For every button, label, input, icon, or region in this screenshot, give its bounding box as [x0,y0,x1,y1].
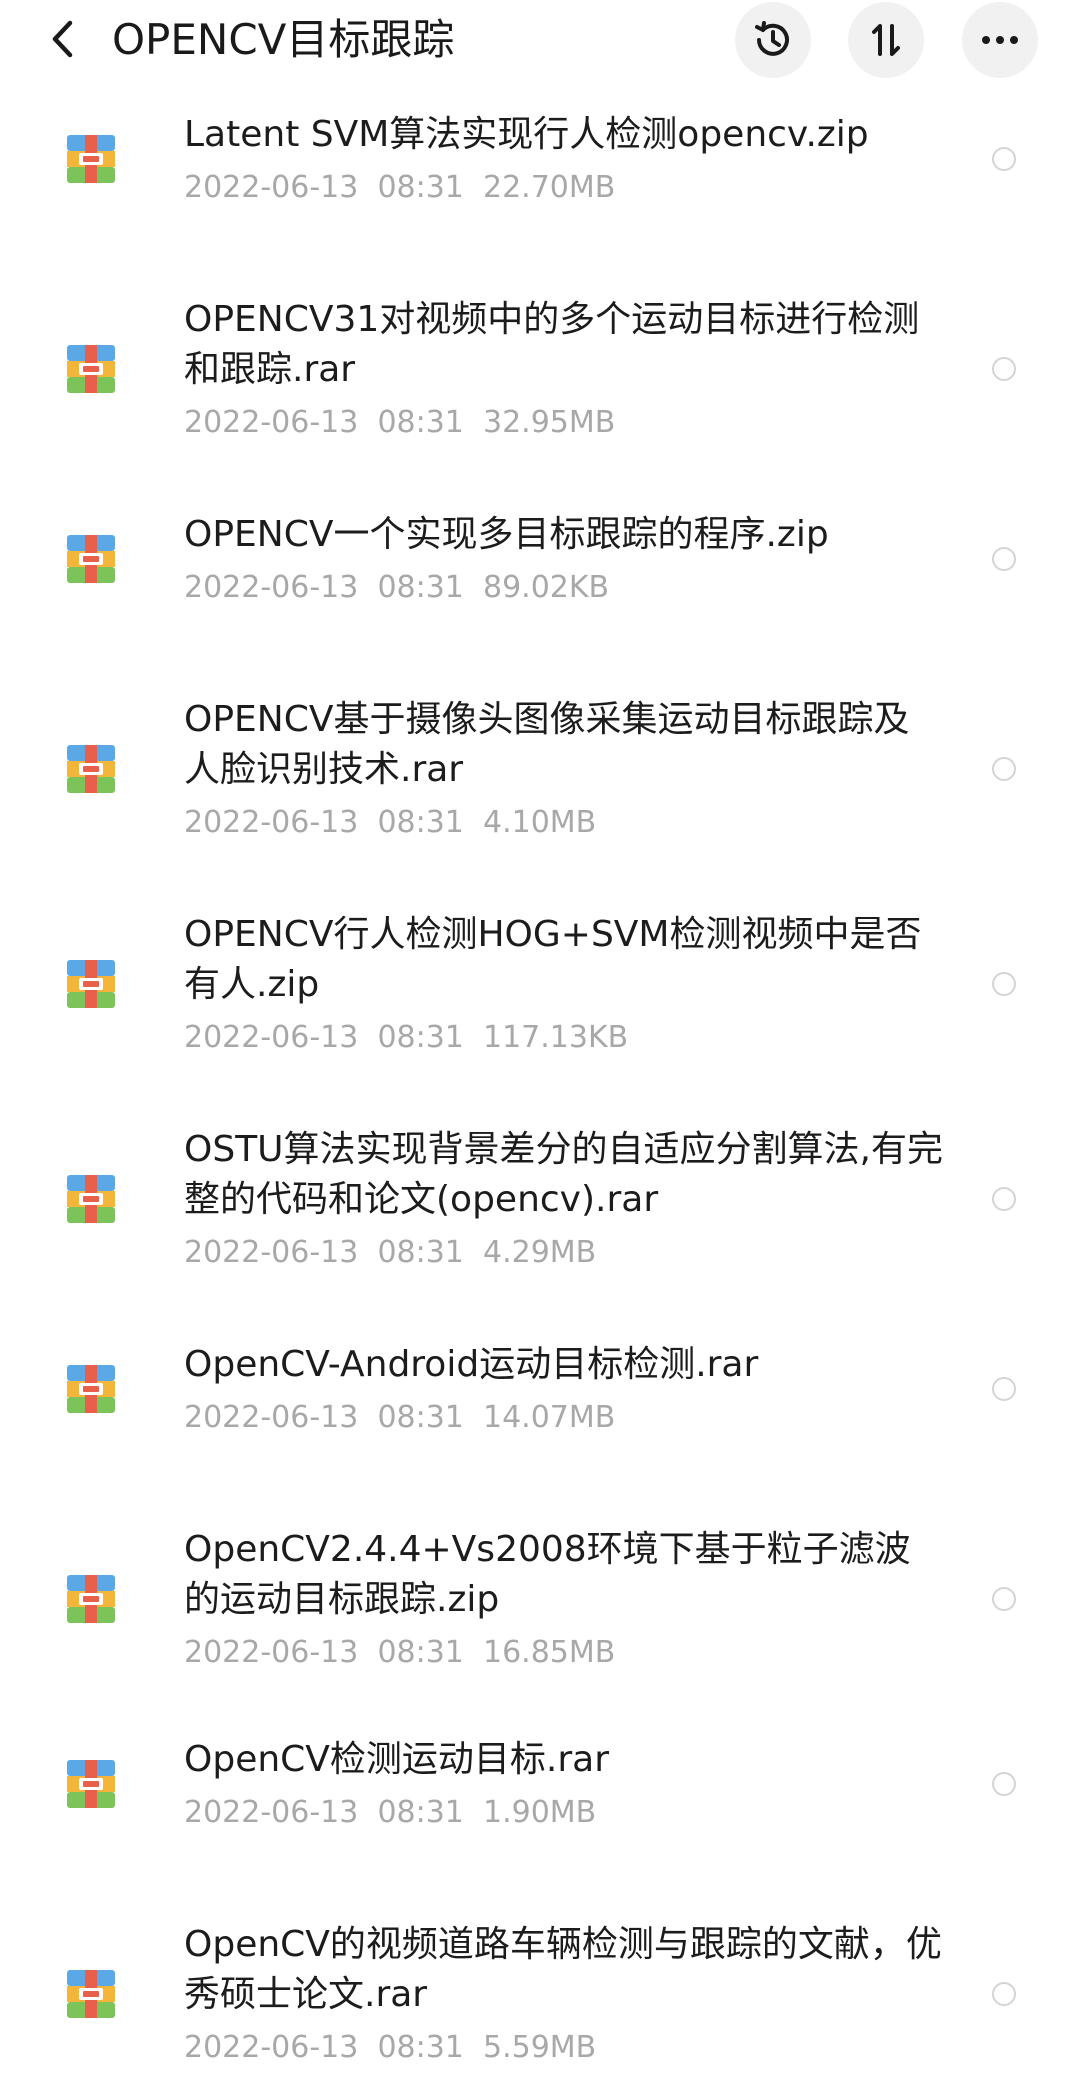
history-button[interactable] [735,2,811,78]
file-size: 32.95MB [482,405,616,440]
back-button[interactable] [40,14,84,64]
file-meta: 2022-06-13 08:31 89.02KB [184,568,944,608]
file-time: 08:31 [377,170,464,205]
file-list-item[interactable]: OpenCV检测运动目标.rar 2022-06-13 08:31 1.90MB [0,1735,1080,1833]
file-date: 2022-06-13 [184,2030,359,2065]
file-name: OSTU算法实现背景差分的自适应分割算法,有完整的代码和论文(opencv).r… [184,1129,943,1220]
select-radio[interactable] [992,1187,1016,1211]
chevron-left-icon [52,20,73,58]
file-size: 5.59MB [482,2030,597,2065]
file-name: OpenCV的视频道路车辆检测与跟踪的文献，优秀硕士论文.rar [184,1924,942,2015]
file-name: OPENCV行人检测HOG+SVM检测视频中是否有人.zip [184,914,922,1005]
file-meta: 2022-06-13 08:31 4.29MB [184,1233,944,1273]
file-date: 2022-06-13 [184,405,359,440]
archive-file-icon [67,960,115,1008]
select-radio[interactable] [992,972,1016,996]
file-name: OpenCV2.4.4+Vs2008环境下基于粒子滤波的运动目标跟踪.zip [184,1529,911,1620]
file-list-item[interactable]: OPENCV基于摄像头图像采集运动目标跟踪及人脸识别技术.rar 2022-06-… [0,695,1080,843]
file-time: 08:31 [377,1635,464,1670]
file-time: 08:31 [377,1795,464,1830]
archive-file-icon [67,1575,115,1623]
file-meta: 2022-06-13 08:31 14.07MB [184,1398,944,1438]
file-list-item[interactable]: OPENCV行人检测HOG+SVM检测视频中是否有人.zip 2022-06-13… [0,910,1080,1058]
archive-file-icon [67,345,115,393]
archive-file-icon [67,1760,115,1808]
file-size: 22.70MB [482,170,616,205]
file-date: 2022-06-13 [184,1795,359,1830]
file-time: 08:31 [377,570,464,605]
file-list-item[interactable]: Latent SVM算法实现行人检测opencv.zip 2022-06-13 0… [0,110,1080,208]
select-radio[interactable] [992,547,1016,571]
file-size: 16.85MB [482,1635,616,1670]
file-name: OPENCV一个实现多目标跟踪的程序.zip [184,514,829,555]
file-name: Latent SVM算法实现行人检测opencv.zip [184,114,869,155]
archive-file-icon [67,1365,115,1413]
file-meta: 2022-06-13 08:31 117.13KB [184,1018,944,1058]
select-radio[interactable] [992,1982,1016,2006]
file-name: OPENCV基于摄像头图像采集运动目标跟踪及人脸识别技术.rar [184,699,910,790]
file-meta: 2022-06-13 08:31 22.70MB [184,168,944,208]
archive-file-icon [67,745,115,793]
app-header: OPENCV目标跟踪 [0,0,1080,90]
select-radio[interactable] [992,357,1016,381]
file-date: 2022-06-13 [184,1020,359,1055]
file-name: OpenCV-Android运动目标检测.rar [184,1344,759,1385]
file-meta: 2022-06-13 08:31 4.10MB [184,803,944,843]
select-radio[interactable] [992,757,1016,781]
file-time: 08:31 [377,1020,464,1055]
select-radio[interactable] [992,147,1016,171]
file-date: 2022-06-13 [184,805,359,840]
file-time: 08:31 [377,405,464,440]
select-radio[interactable] [992,1772,1016,1796]
file-date: 2022-06-13 [184,1400,359,1435]
file-meta: 2022-06-13 08:31 32.95MB [184,403,944,443]
file-time: 08:31 [377,1400,464,1435]
file-date: 2022-06-13 [184,570,359,605]
archive-file-icon [67,1175,115,1223]
file-time: 08:31 [377,805,464,840]
archive-file-icon [67,535,115,583]
file-meta: 2022-06-13 08:31 1.90MB [184,1793,944,1833]
file-list-item[interactable]: OpenCV的视频道路车辆检测与跟踪的文献，优秀硕士论文.rar 2022-06-… [0,1920,1080,2068]
file-meta: 2022-06-13 08:31 16.85MB [184,1633,944,1673]
file-size: 14.07MB [482,1400,616,1435]
file-date: 2022-06-13 [184,1235,359,1270]
select-radio[interactable] [992,1377,1016,1401]
file-list-item[interactable]: OPENCV一个实现多目标跟踪的程序.zip 2022-06-13 08:31 8… [0,510,1080,608]
archive-file-icon [67,1970,115,2018]
select-radio[interactable] [992,1587,1016,1611]
archive-file-icon [67,135,115,183]
file-size: 4.29MB [482,1235,597,1270]
file-size: 1.90MB [482,1795,597,1830]
more-button[interactable] [962,2,1038,78]
file-list-item[interactable]: OpenCV2.4.4+Vs2008环境下基于粒子滤波的运动目标跟踪.zip 20… [0,1525,1080,1673]
file-name: OPENCV31对视频中的多个运动目标进行检测和跟踪.rar [184,299,920,390]
file-date: 2022-06-13 [184,170,359,205]
file-time: 08:31 [377,1235,464,1270]
file-list-item[interactable]: OpenCV-Android运动目标检测.rar 2022-06-13 08:31… [0,1340,1080,1438]
file-meta: 2022-06-13 08:31 5.59MB [184,2028,944,2068]
file-name: OpenCV检测运动目标.rar [184,1739,610,1780]
file-size: 117.13KB [482,1020,629,1055]
file-size: 89.02KB [482,570,610,605]
ellipsis-icon [982,36,1018,44]
clock-history-icon [755,21,789,56]
sort-button[interactable] [848,2,924,78]
file-date: 2022-06-13 [184,1635,359,1670]
file-list-item[interactable]: OPENCV31对视频中的多个运动目标进行检测和跟踪.rar 2022-06-13… [0,295,1080,443]
file-size: 4.10MB [482,805,597,840]
file-time: 08:31 [377,2030,464,2065]
file-list-item[interactable]: OSTU算法实现背景差分的自适应分割算法,有完整的代码和论文(opencv).r… [0,1125,1080,1273]
page-title: OPENCV目标跟踪 [112,15,455,64]
sort-arrows-icon [872,24,900,56]
